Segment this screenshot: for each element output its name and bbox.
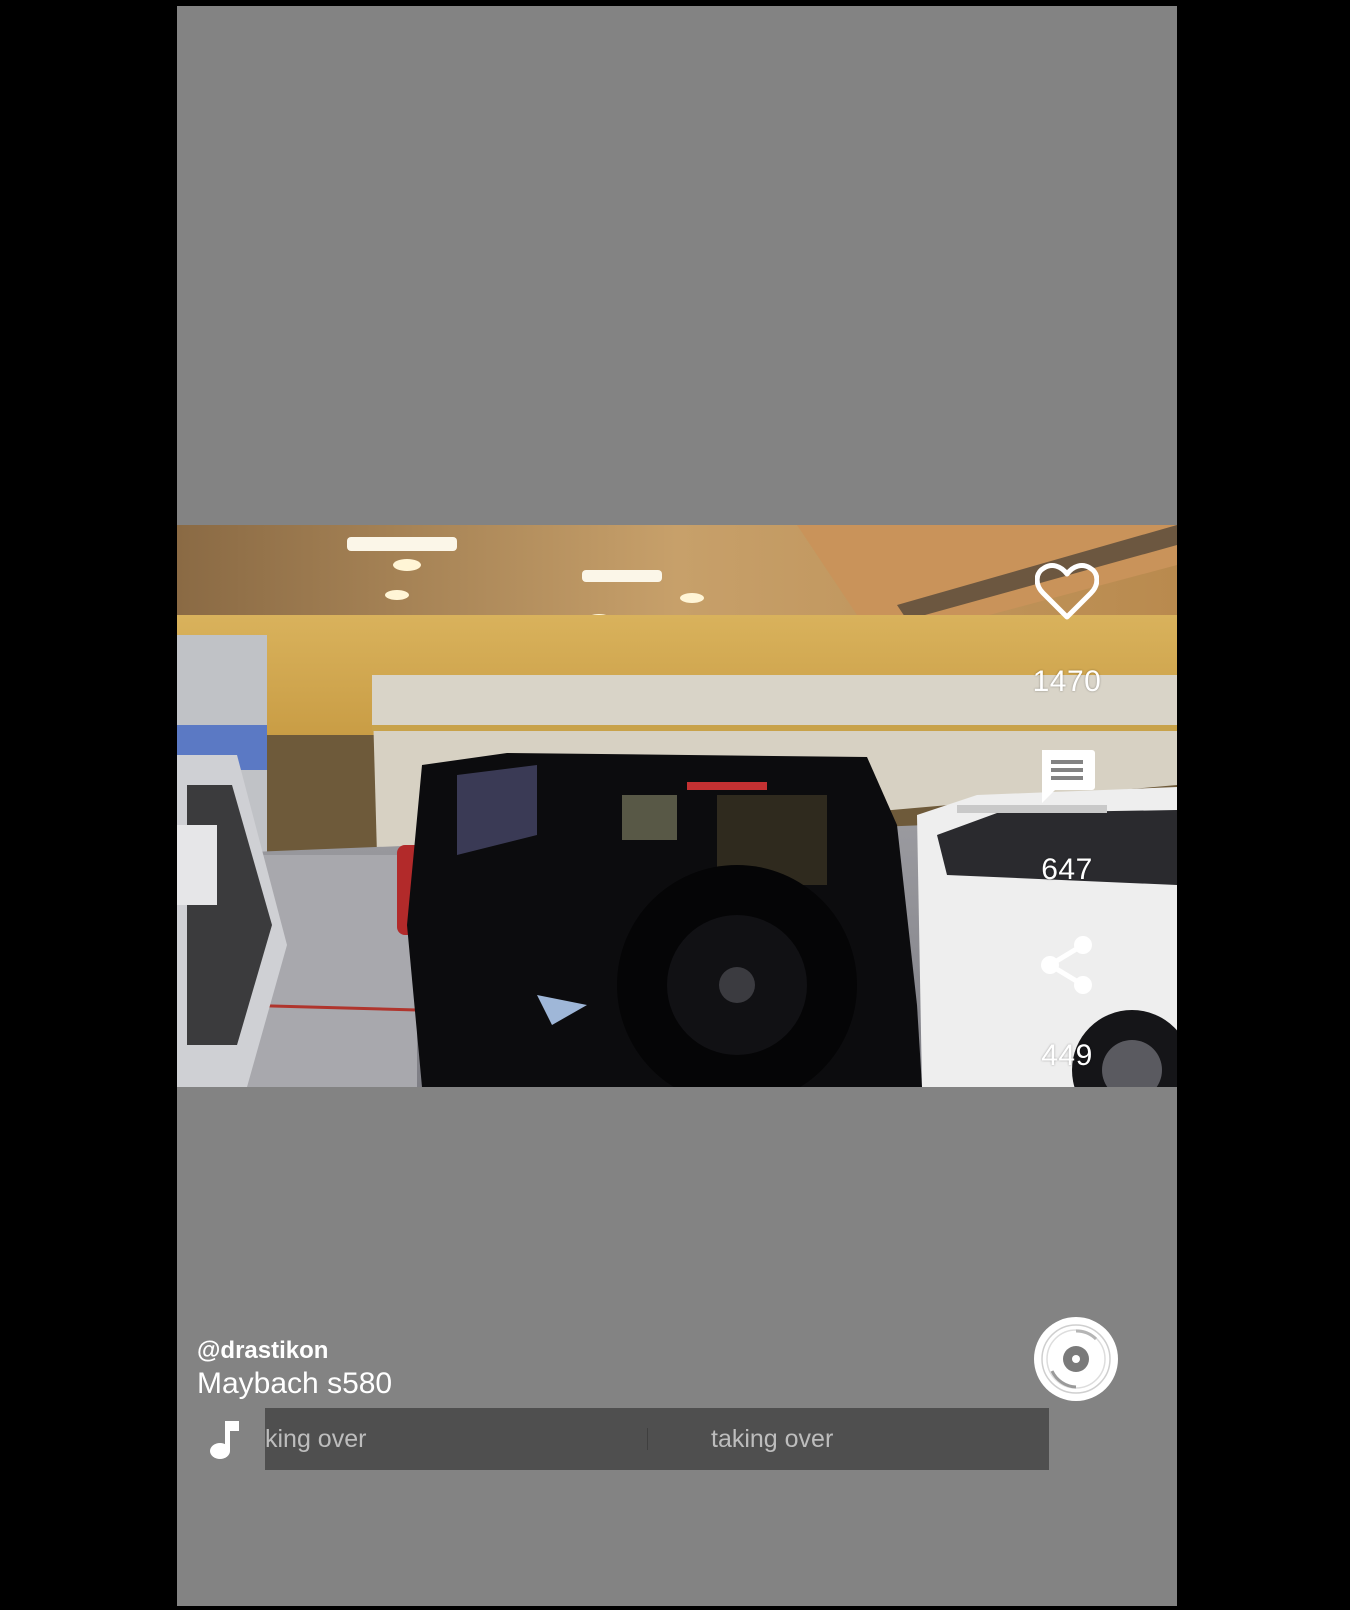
like-action[interactable]: 1470 [1007,563,1127,699]
video-player[interactable]: 1470 647 449 [177,525,1177,1087]
share-count: 449 [1041,1039,1093,1072]
like-count: 1470 [1032,665,1102,698]
music-note-icon [210,1421,239,1459]
post-info: @drastikon Maybach s580 [197,1336,392,1402]
track-title: taking over [711,1425,834,1453]
track-fragment: king over [265,1425,367,1453]
heart-outline-icon[interactable] [1035,563,1099,621]
comment-bubble-icon[interactable] [1037,747,1097,807]
share-action[interactable]: 449 [1007,935,1127,1073]
comment-count: 647 [1041,853,1093,886]
share-icon[interactable] [1038,935,1096,995]
marquee-divider [647,1428,648,1450]
author-handle[interactable]: @drastikon [197,1336,392,1366]
video-post: 1470 647 449 @drastikon Maybach s580 kin… [177,6,1177,1606]
music-disc-icon[interactable] [1034,1317,1118,1401]
comment-action[interactable]: 647 [1007,747,1127,887]
music-title-marquee[interactable]: king over taking over [265,1408,1049,1470]
post-caption: Maybach s580 [197,1367,393,1400]
music-row[interactable]: king over taking over [197,1408,1049,1470]
